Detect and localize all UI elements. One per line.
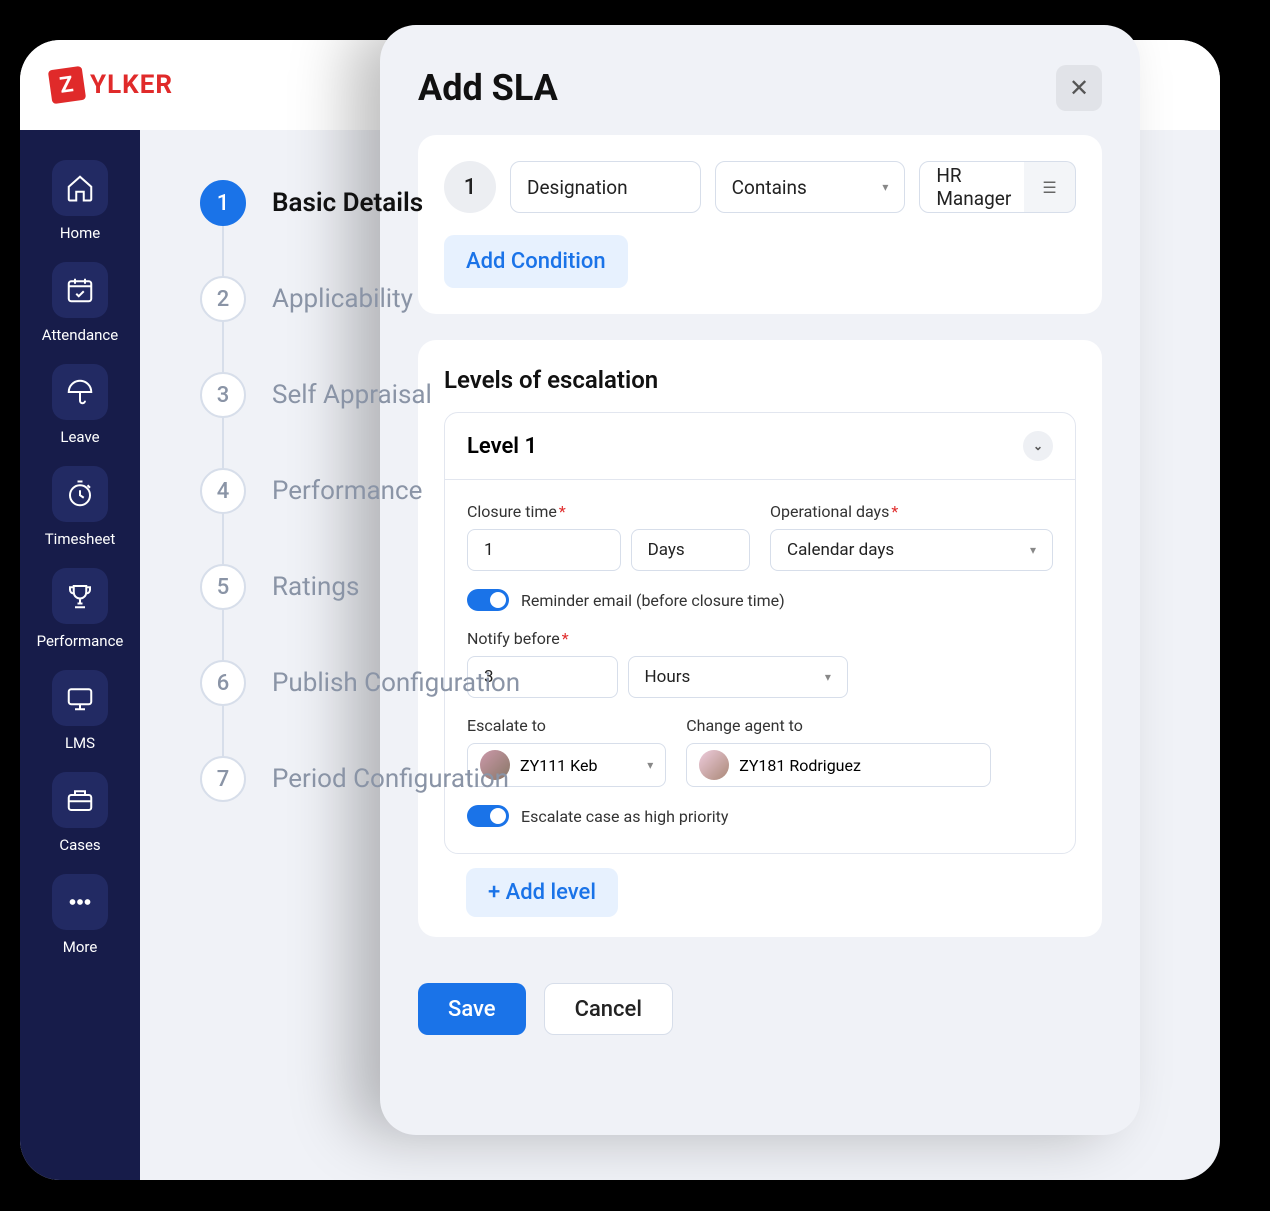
sidebar: Home Attendance Leave Timesheet Performa… xyxy=(20,130,140,1180)
step-3[interactable]: 3 Self Appraisal xyxy=(200,372,1160,418)
trophy-icon xyxy=(52,568,108,624)
notify-label: Notify before* xyxy=(467,629,848,648)
sidebar-label: LMS xyxy=(65,734,95,752)
briefcase-icon xyxy=(52,772,108,828)
step-number: 6 xyxy=(200,660,246,706)
step-label: Performance xyxy=(272,476,422,506)
brand-logo: Z YLKER xyxy=(50,68,173,102)
step-4[interactable]: 4 Performance xyxy=(200,468,1160,514)
cancel-button[interactable]: Cancel xyxy=(544,983,673,1035)
sidebar-label: More xyxy=(63,938,98,956)
sidebar-item-timesheet[interactable]: Timesheet xyxy=(20,466,140,548)
sidebar-item-performance[interactable]: Performance xyxy=(20,568,140,650)
close-icon: ✕ xyxy=(1069,74,1089,102)
sidebar-item-leave[interactable]: Leave xyxy=(20,364,140,446)
sidebar-item-more[interactable]: More xyxy=(20,874,140,956)
sidebar-label: Timesheet xyxy=(45,530,116,548)
step-number: 4 xyxy=(200,468,246,514)
step-number: 5 xyxy=(200,564,246,610)
step-number: 7 xyxy=(200,756,246,802)
sidebar-label: Performance xyxy=(37,632,124,650)
add-level-button[interactable]: + Add level xyxy=(466,868,618,917)
brand-name: YLKER xyxy=(90,70,173,100)
home-icon xyxy=(52,160,108,216)
level-title: Level 1 xyxy=(467,434,537,459)
sidebar-item-cases[interactable]: Cases xyxy=(20,772,140,854)
modal-footer: Save Cancel xyxy=(380,963,1140,1055)
save-button[interactable]: Save xyxy=(418,983,526,1035)
step-number: 3 xyxy=(200,372,246,418)
step-number: 1 xyxy=(200,180,246,226)
stopwatch-icon xyxy=(52,466,108,522)
screen-icon xyxy=(52,670,108,726)
select-value: Days xyxy=(648,540,685,560)
input-value: 1 xyxy=(484,540,494,560)
calendar-check-icon xyxy=(52,262,108,318)
sidebar-label: Attendance xyxy=(42,326,118,344)
umbrella-icon xyxy=(52,364,108,420)
step-5[interactable]: 5 Ratings xyxy=(200,564,1160,610)
sidebar-item-lms[interactable]: LMS xyxy=(20,670,140,752)
step-label: Publish Configuration xyxy=(272,668,520,698)
collapse-button[interactable]: ⌄ xyxy=(1023,431,1053,461)
sidebar-item-home[interactable]: Home xyxy=(20,160,140,242)
sidebar-label: Cases xyxy=(59,836,100,854)
step-label: Basic Details xyxy=(272,188,423,218)
step-6[interactable]: 6 Publish Configuration xyxy=(200,660,1160,706)
step-label: Period Configuration xyxy=(272,764,509,794)
high-priority-label: Escalate case as high priority xyxy=(521,807,728,826)
chevron-down-icon: ⌄ xyxy=(1033,439,1043,453)
step-label: Ratings xyxy=(272,572,359,602)
step-number: 2 xyxy=(200,276,246,322)
step-7[interactable]: 7 Period Configuration xyxy=(200,756,1160,802)
modal-title: Add SLA xyxy=(418,67,558,109)
step-label: Applicability xyxy=(272,284,413,314)
sidebar-item-attendance[interactable]: Attendance xyxy=(20,262,140,344)
escalation-card: Levels of escalation Level 1 ⌄ Closure t… xyxy=(418,340,1102,937)
more-icon xyxy=(52,874,108,930)
step-1[interactable]: 1 Basic Details xyxy=(200,180,1160,226)
step-label: Self Appraisal xyxy=(272,380,432,410)
close-button[interactable]: ✕ xyxy=(1056,65,1102,111)
select-value: Calendar days xyxy=(787,540,894,560)
sidebar-label: Home xyxy=(60,224,100,242)
sidebar-label: Leave xyxy=(60,428,99,446)
logo-mark: Z xyxy=(48,66,86,104)
high-priority-toggle[interactable] xyxy=(467,805,509,827)
step-2[interactable]: 2 Applicability xyxy=(200,276,1160,322)
change-agent-label: Change agent to xyxy=(686,716,991,735)
escalate-to-label: Escalate to xyxy=(467,716,666,735)
chevron-down-icon: ▾ xyxy=(1030,543,1036,557)
